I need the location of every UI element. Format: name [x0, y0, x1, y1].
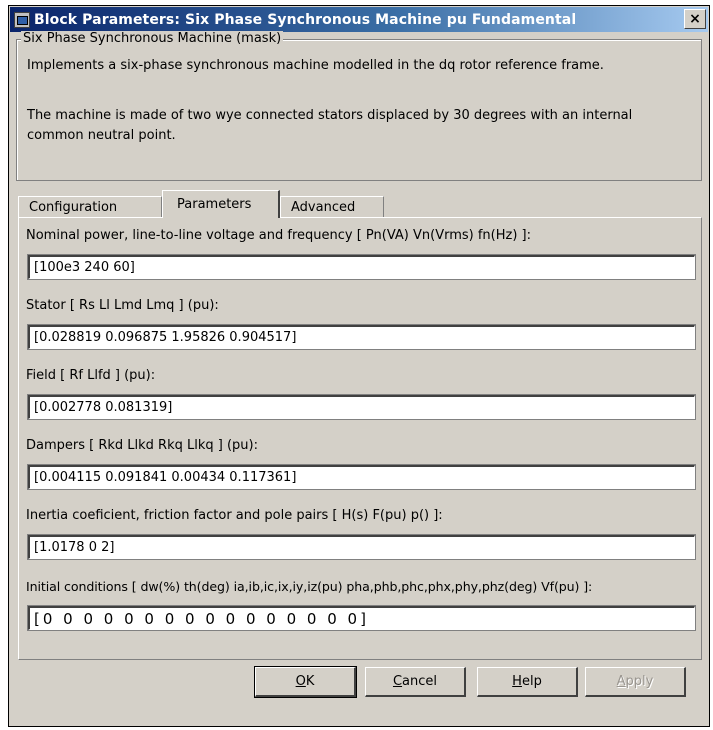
mask-description-group: Six Phase Synchronous Machine (mask) Imp…: [16, 31, 702, 181]
apply-label-rest: pply: [625, 674, 654, 689]
help-label-rest: elp: [521, 674, 542, 689]
apply-button[interactable]: Apply: [585, 667, 686, 697]
cancel-mnemonic: C: [392, 674, 403, 689]
apply-mnemonic: A: [616, 674, 626, 689]
initial-conditions-input[interactable]: [27, 605, 696, 631]
initial-conditions-label: Initial conditions [ dw(%) th(deg) ia,ib…: [26, 579, 593, 594]
dampers-input[interactable]: [27, 464, 696, 490]
ok-mnemonic: O: [295, 674, 306, 689]
stator-label: Stator [ Rs Ll Lmd Lmq ] (pu):: [26, 298, 219, 313]
tab-configuration[interactable]: Configuration: [18, 196, 162, 218]
nominal-params-label: Nominal power, line-to-line voltage and …: [26, 228, 531, 243]
cancel-label-rest: ancel: [402, 674, 438, 689]
mask-title: Six Phase Synchronous Machine (mask): [21, 31, 284, 46]
parameters-panel: Nominal power, line-to-line voltage and …: [18, 217, 702, 660]
field-input[interactable]: [27, 394, 696, 420]
help-button[interactable]: Help: [477, 667, 578, 697]
tab-parameters[interactable]: Parameters: [162, 190, 280, 218]
help-mnemonic: H: [512, 674, 522, 689]
window-title: Block Parameters: Six Phase Synchronous …: [34, 11, 577, 28]
title-bar[interactable]: Block Parameters: Six Phase Synchronous …: [10, 7, 708, 32]
dialog-window: Block Parameters: Six Phase Synchronous …: [8, 5, 710, 727]
field-label: Field [ Rf Llfd ] (pu):: [26, 368, 156, 383]
mask-description-line-2: The machine is made of two wye connected…: [27, 108, 633, 143]
ok-button[interactable]: OK: [254, 666, 357, 698]
ok-label-rest: K: [305, 674, 315, 689]
mask-description-line-1: Implements a six-phase synchronous machi…: [27, 58, 604, 73]
dampers-label: Dampers [ Rkd Llkd Rkq Llkq ] (pu):: [26, 438, 258, 453]
tab-advanced[interactable]: Advanced: [280, 196, 384, 218]
stator-input[interactable]: [27, 324, 696, 350]
simulink-block-icon: [14, 11, 30, 28]
inertia-input[interactable]: [27, 534, 696, 560]
nominal-params-input[interactable]: [27, 254, 696, 280]
close-button[interactable]: ×: [684, 9, 706, 29]
cancel-button[interactable]: Cancel: [365, 667, 466, 697]
inertia-label: Inertia coeficient, friction factor and …: [26, 508, 443, 523]
